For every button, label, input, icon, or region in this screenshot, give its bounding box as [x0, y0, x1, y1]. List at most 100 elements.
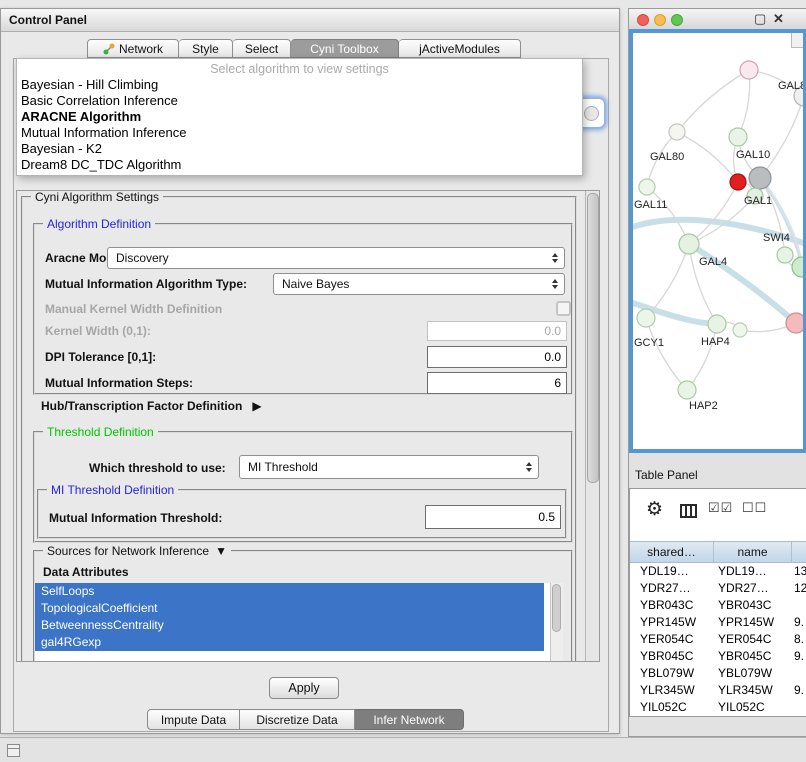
- attribute-item[interactable]: TopologicalCoefficient: [35, 600, 544, 617]
- algorithm-option[interactable]: ARACNE Algorithm: [17, 109, 582, 125]
- hub-definition-toggle[interactable]: Hub/Transcription Factor Definition ▶: [41, 399, 262, 413]
- column-header-name[interactable]: name: [714, 542, 792, 562]
- combo-arrows-icon: [552, 253, 558, 263]
- group-title: Threshold Definition: [43, 425, 158, 439]
- deselect-all-icon[interactable]: ☐☐: [742, 500, 767, 516]
- tab-style[interactable]: Style: [179, 39, 233, 58]
- network-graph[interactable]: GAL8GAL80GAL10GAL11GAL1SWI4GAL4GCY1HAP4H…: [633, 33, 803, 449]
- algorithm-option[interactable]: Basic Correlation Inference: [17, 93, 582, 109]
- graph-node[interactable]: [679, 234, 699, 254]
- mi-steps-label: Mutual Information Steps:: [45, 376, 193, 390]
- bottom-tab-discretize-data[interactable]: Discretize Data: [240, 709, 355, 730]
- tab-label: jActiveModules: [419, 42, 500, 56]
- attribute-item[interactable]: BetweennessCentrality: [35, 617, 544, 634]
- table-cell: YBL079W: [714, 665, 792, 682]
- group-title: Cyni Algorithm Settings: [31, 191, 163, 204]
- apply-button[interactable]: Apply: [269, 677, 339, 699]
- table-cell: YLR345W: [714, 682, 792, 699]
- algorithm-option[interactable]: Mutual Information Inference: [17, 125, 582, 141]
- table-cell: YER054C: [714, 631, 792, 648]
- settings-scrollpane: Cyni Algorithm Settings Algorithm Defini…: [16, 190, 600, 662]
- mi-steps-input[interactable]: [427, 372, 567, 394]
- combo-button-icon: [584, 106, 599, 121]
- sources-toggle[interactable]: Sources for Network Inference ▼: [43, 544, 231, 558]
- list-scrollbar[interactable]: [550, 583, 563, 661]
- network-view-canvas[interactable]: GAL8GAL80GAL10GAL11GAL1SWI4GAL4GCY1HAP4H…: [629, 29, 806, 453]
- table-row[interactable]: YLR345WYLR345W9.: [630, 682, 806, 699]
- table-header: shared… name: [630, 541, 806, 563]
- table-row[interactable]: YDL19…YDL19…13: [630, 563, 806, 580]
- list-scrollbar-thumb[interactable]: [552, 584, 561, 632]
- graph-node[interactable]: [792, 257, 803, 277]
- control-panel-tab-bar: NetworkStyle Select Cyni Toolbox jActiveMod…: [87, 39, 521, 58]
- aracne-mode-select[interactable]: Discovery: [107, 247, 565, 269]
- tab-select[interactable]: Select: [233, 39, 291, 58]
- table-row[interactable]: YPR145WYPR145W9.: [630, 614, 806, 631]
- table-panel-title: Table Panel: [635, 468, 698, 482]
- graph-node[interactable]: [729, 128, 747, 146]
- tab-jactivemodules[interactable]: jActiveModules: [399, 39, 521, 58]
- graph-edge: [647, 187, 689, 244]
- algorithm-option[interactable]: Dream8 DC_TDC Algorithm: [17, 157, 582, 173]
- graph-node[interactable]: [669, 124, 685, 140]
- graph-node[interactable]: [730, 174, 746, 190]
- table-cell: YPR145W: [714, 614, 792, 631]
- graph-edge: [689, 182, 738, 244]
- bottom-tab-impute-data[interactable]: Impute Data: [147, 709, 240, 730]
- panel-grip-icon[interactable]: [7, 744, 20, 757]
- table-row[interactable]: YER054CYER054C8.: [630, 631, 806, 648]
- column-selector-icon[interactable]: [680, 504, 697, 518]
- algorithm-option[interactable]: Bayesian - K2: [17, 141, 582, 157]
- settings-scrollbar-thumb[interactable]: [587, 193, 599, 483]
- settings-scrollbar[interactable]: [585, 191, 599, 661]
- close-window-icon[interactable]: ✕: [773, 11, 784, 27]
- graph-edge: [687, 324, 717, 390]
- zoom-traffic-light-icon[interactable]: [671, 14, 683, 26]
- column-header-shared-name[interactable]: shared…: [630, 542, 714, 562]
- threshold-select[interactable]: MI Threshold: [239, 455, 539, 479]
- graph-node[interactable]: [777, 247, 793, 263]
- graph-node[interactable]: [678, 381, 696, 399]
- table-cell: [792, 597, 806, 614]
- sources-group: Sources for Network Inference ▼ Data Att…: [33, 550, 573, 661]
- data-attributes-list[interactable]: SelfLoopsTopologicalCoefficientBetweenne…: [35, 583, 563, 661]
- algorithm-option[interactable]: Bayesian - Hill Climbing: [17, 77, 582, 93]
- close-traffic-light-icon[interactable]: [637, 14, 649, 26]
- mi-type-select[interactable]: Naive Bayes: [273, 273, 565, 295]
- tab-label: Select: [245, 42, 278, 56]
- attribute-items: SelfLoopsTopologicalCoefficientBetweenne…: [35, 583, 563, 651]
- graph-node[interactable]: [637, 309, 655, 327]
- graph-node[interactable]: [749, 167, 771, 189]
- bottom-tab-infer-network[interactable]: Infer Network: [355, 709, 464, 730]
- tab-network[interactable]: Network: [87, 39, 179, 58]
- algorithm-dropdown-popup: Select algorithm to view settings Bayesi…: [16, 58, 583, 176]
- settings-gear-icon[interactable]: ⚙: [646, 498, 663, 521]
- table-cell: 9.: [792, 648, 806, 665]
- tab-cyni-toolbox[interactable]: Cyni Toolbox: [291, 39, 399, 58]
- table-row[interactable]: YBR045CYBR045C9.: [630, 648, 806, 665]
- select-all-icon[interactable]: ☑☑: [708, 500, 733, 516]
- dropdown-placeholder: Select algorithm to view settings: [17, 61, 582, 77]
- attribute-item[interactable]: gal4RGexp: [35, 634, 544, 651]
- graph-node[interactable]: [733, 323, 747, 337]
- table-row[interactable]: YBL079WYBL079W: [630, 665, 806, 682]
- expand-right-icon[interactable]: ▶: [252, 399, 261, 413]
- table-row[interactable]: YDR27…YDR27…12: [630, 580, 806, 597]
- graph-node[interactable]: [708, 315, 726, 333]
- expand-down-icon[interactable]: ▼: [215, 544, 227, 558]
- graph-node[interactable]: [740, 61, 758, 79]
- dpi-tolerance-input[interactable]: [427, 346, 567, 368]
- float-window-icon[interactable]: ▢: [754, 11, 766, 27]
- attribute-item[interactable]: SelfLoops: [35, 583, 544, 600]
- combo-arrows-icon: [552, 279, 558, 289]
- minimize-traffic-light-icon[interactable]: [654, 14, 666, 26]
- graph-node[interactable]: [639, 179, 655, 195]
- column-header-extra[interactable]: [792, 542, 806, 562]
- table-cell: YDR27…: [714, 580, 792, 597]
- table-row[interactable]: YIL052CYIL052C: [630, 699, 806, 716]
- node-label: GAL8: [778, 80, 803, 92]
- mi-threshold-input[interactable]: [425, 505, 561, 529]
- table-row[interactable]: YBR043CYBR043C: [630, 597, 806, 614]
- graph-node[interactable]: [786, 313, 803, 333]
- control-panel-titlebar[interactable]: Control Panel: [1, 9, 619, 32]
